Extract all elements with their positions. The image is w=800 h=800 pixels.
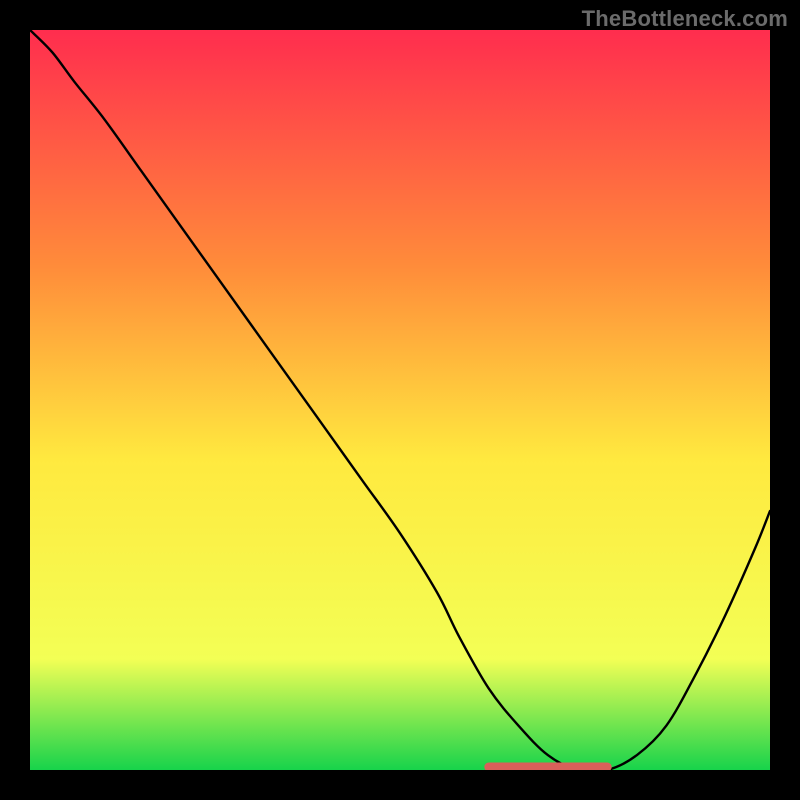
plot-area	[30, 30, 770, 770]
watermark-text: TheBottleneck.com	[582, 6, 788, 32]
gradient-background	[30, 30, 770, 770]
chart-container: TheBottleneck.com	[0, 0, 800, 800]
chart-svg	[30, 30, 770, 770]
